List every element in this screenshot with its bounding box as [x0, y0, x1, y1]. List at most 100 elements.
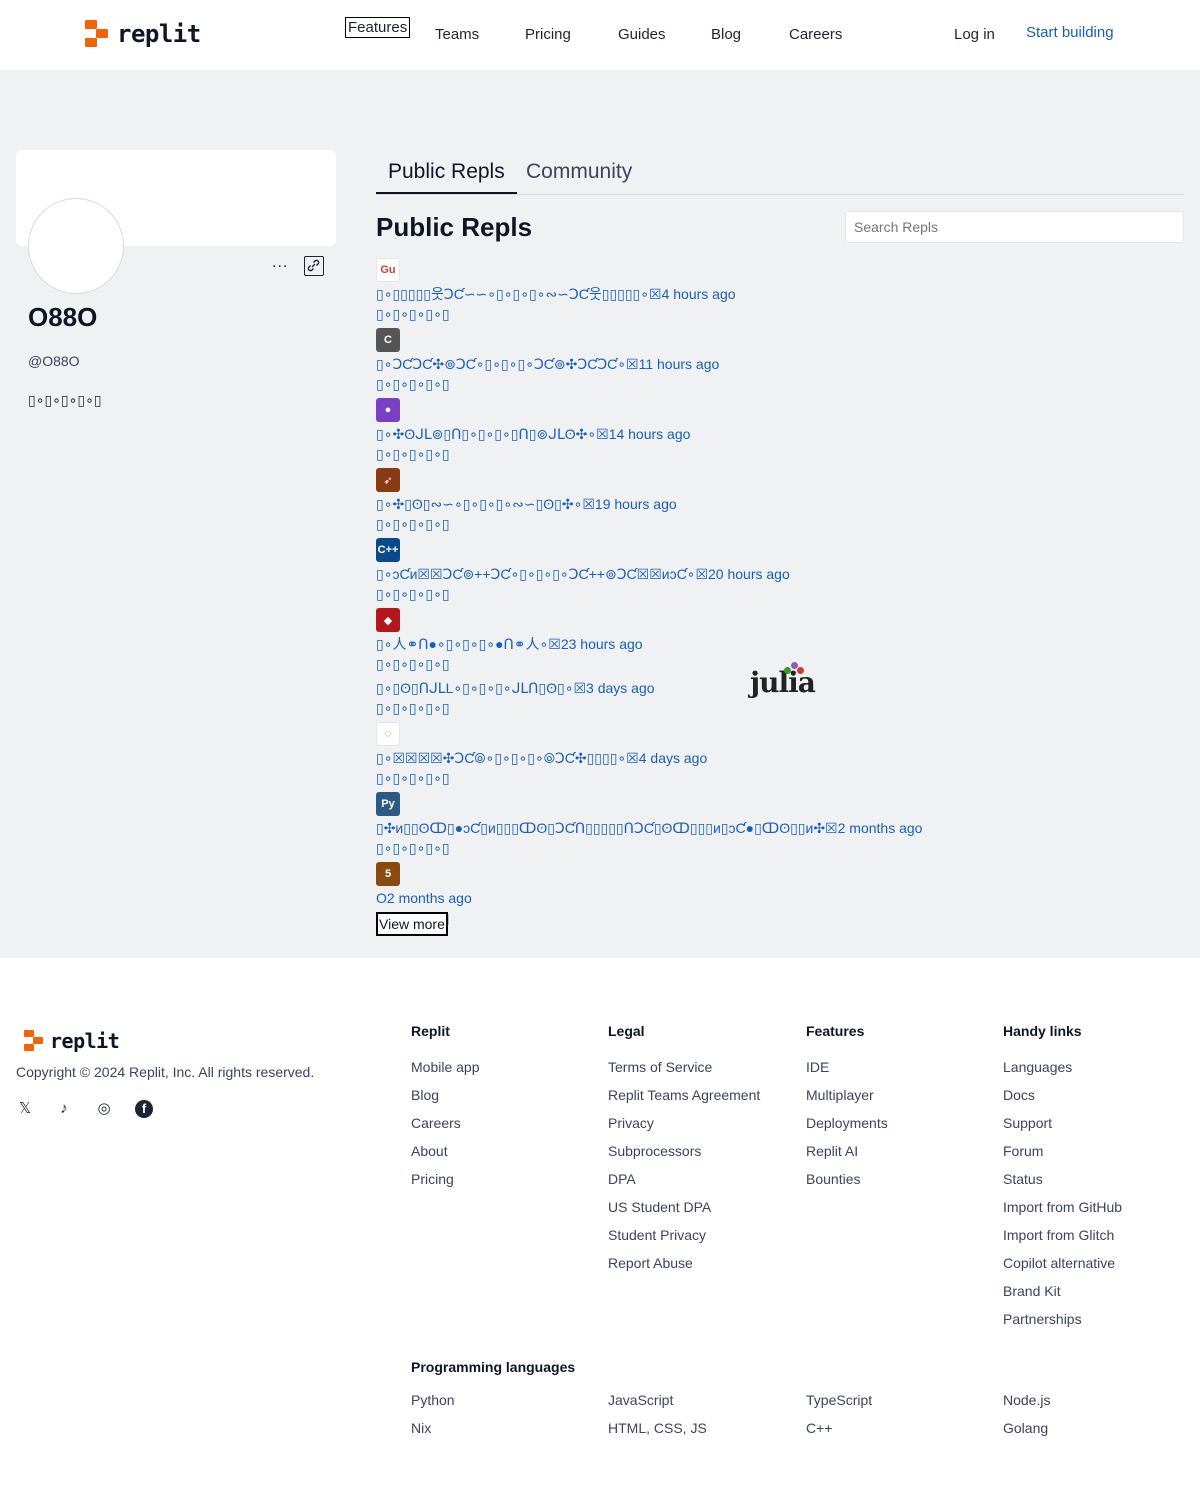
repl-description: ▯∘▯∘▯∘▯∘▯: [376, 770, 450, 786]
footer-link[interactable]: Import from Glitch: [1003, 1221, 1122, 1249]
repl-title-link[interactable]: ▯∘▯▯▯▯▯웃ↃƇ∽∽∘▯∘▯∘▯∘∾∽ↃƇ웃▯▯▯▯▯∘☒4 hours a…: [376, 284, 1076, 304]
footer-link[interactable]: Subprocessors: [608, 1137, 760, 1165]
profile-page: ... O88O @O88O ▯∘▯∘▯∘▯∘▯ Public Repls Co…: [0, 70, 1200, 958]
footer-link[interactable]: Multiplayer: [806, 1081, 888, 1109]
footer-link[interactable]: Report Abuse: [608, 1249, 760, 1277]
footer-link[interactable]: Forum: [1003, 1137, 1122, 1165]
login-link[interactable]: Log in: [954, 26, 995, 43]
repl-title-link[interactable]: ▯∘ↃƇↃƇ✣⊚ↃƇ∘▯∘▯∘▯∘ↃƇ⊚✣ↃƇↃƇ∘☒11 hours ago: [376, 354, 1076, 374]
html5-icon: 5: [376, 862, 400, 886]
repl-title-link[interactable]: O2 months ago: [376, 888, 1076, 908]
footer-link[interactable]: Mobile app: [411, 1053, 480, 1081]
footer-link[interactable]: Replit Teams Agreement: [608, 1081, 760, 1109]
repl-item[interactable]: ◆ ▯∘人⚭Ո●∘▯∘▯∘▯∘●Ո⚭人∘☒23 hours ago ▯∘▯∘▯∘▯∘…: [376, 608, 1076, 674]
footer-link[interactable]: Deployments: [806, 1109, 888, 1137]
repl-title-link[interactable]: ▯∘✣▯ʘ▯∾∽∘▯∘▯∘▯∘∾∽▯ʘ▯✣∘☒19 hours ago: [376, 494, 1076, 514]
footer-link[interactable]: Partnerships: [1003, 1305, 1122, 1333]
repl-title-link[interactable]: ▯∘ↄƇᴎ☒☒ↃƇ⊚++ↃƇ∘▯∘▯∘▯∘ↃƇ++⊚ↃƇ☒☒ᴎↄƇ∘☒20 ho…: [376, 564, 1076, 584]
repl-title-link[interactable]: ▯∘人⚭Ո●∘▯∘▯∘▯∘●Ո⚭人∘☒23 hours ago: [376, 634, 1076, 654]
footer-link[interactable]: US Student DPA: [608, 1193, 760, 1221]
footer-language-link[interactable]: HTML, CSS, JS: [608, 1414, 707, 1442]
start-building-link[interactable]: Start building: [1026, 24, 1114, 41]
repl-description: ▯∘▯∘▯∘▯∘▯: [376, 700, 450, 716]
section-title: Public Repls: [376, 212, 533, 242]
nav-guides[interactable]: Guides: [618, 26, 666, 43]
nav-teams[interactable]: Teams: [435, 26, 479, 43]
footer-languages-heading: Programming languages: [411, 1359, 576, 1375]
footer-link[interactable]: Copilot alternative: [1003, 1249, 1122, 1277]
google-icon: Gu: [376, 258, 400, 282]
footer-link[interactable]: Docs: [1003, 1081, 1122, 1109]
lang-icon-glyph: Py: [381, 798, 395, 810]
repl-title-link[interactable]: ▯∘▯ʘ▯ՈᒍᒪL∘▯∘▯∘▯∘ᒍᒪՈ▯ʘ▯∘☒3 days ago: [376, 678, 1076, 698]
search-repls-input[interactable]: [845, 211, 1184, 243]
repl-item[interactable]: Py ▯✣ᴎ▯▯ʘↀ▯●ↄƇ▯ᴎ▯▯▯ↀʘ▯ↃƇՈ▯▯▯▯▯ՈↃƇ▯ʘↀ▯▯▯ᴎ▯…: [376, 792, 1076, 858]
tiktok-icon[interactable]: ♪: [55, 1100, 73, 1118]
tab-public-repls[interactable]: Public Repls: [376, 160, 517, 194]
facebook-icon[interactable]: f: [135, 1100, 153, 1118]
footer-language-link[interactable]: TypeScript: [806, 1386, 872, 1414]
python-icon: Py: [376, 792, 400, 816]
instagram-icon[interactable]: ◎: [95, 1100, 113, 1118]
footer-language-link[interactable]: Python: [411, 1386, 455, 1414]
footer-link[interactable]: Bounties: [806, 1165, 888, 1193]
repl-title-link[interactable]: ▯✣ᴎ▯▯ʘↀ▯●ↄƇ▯ᴎ▯▯▯ↀʘ▯ↃƇՈ▯▯▯▯▯ՈↃƇ▯ʘↀ▯▯▯ᴎ▯ↄƇ…: [376, 818, 1076, 838]
ruby-icon: ◆: [376, 608, 400, 632]
footer-link[interactable]: Support: [1003, 1109, 1122, 1137]
julia-dots-icon: [784, 662, 804, 674]
more-options-button[interactable]: ...: [272, 254, 288, 272]
repl-item[interactable]: C++ ▯∘ↄƇᴎ☒☒ↃƇ⊚++ↃƇ∘▯∘▯∘▯∘ↃƇ++⊚ↃƇ☒☒ᴎↄƇ∘☒20…: [376, 538, 1076, 604]
cpp-icon: C++: [376, 538, 400, 562]
footer-language-link[interactable]: Node.js: [1003, 1386, 1050, 1414]
replit-logo-link[interactable]: replit: [85, 20, 201, 48]
repl-title-link[interactable]: ▯∘☒☒☒☒✣ↃƇ⦾∘▯∘▯∘▯∘⦾ↃƇ✣▯▯▯▯∘☒4 days ago: [376, 748, 1076, 768]
footer-link[interactable]: Careers: [411, 1109, 480, 1137]
repl-description: ▯∘▯∘▯∘▯∘▯: [376, 840, 450, 856]
footer-link[interactable]: Student Privacy: [608, 1221, 760, 1249]
lang-icon-glyph: Gu: [380, 264, 396, 276]
footer-logo-link[interactable]: replit: [24, 1029, 120, 1053]
footer-link[interactable]: DPA: [608, 1165, 760, 1193]
nav-careers[interactable]: Careers: [789, 26, 842, 43]
repl-item[interactable]: C ▯∘ↃƇↃƇ✣⊚ↃƇ∘▯∘▯∘▯∘ↃƇ⊚✣ↃƇↃƇ∘☒11 hours ago…: [376, 328, 1076, 394]
footer-column-heading: Replit: [411, 1023, 450, 1039]
lang-icon-glyph: ➶: [383, 474, 393, 487]
link-icon[interactable]: [304, 256, 324, 276]
footer-link[interactable]: Blog: [411, 1081, 480, 1109]
footer-column-heading: Features: [806, 1023, 865, 1039]
nav-pricing[interactable]: Pricing: [525, 26, 571, 43]
footer-language-link[interactable]: JavaScript: [608, 1386, 707, 1414]
tab-community[interactable]: Community: [526, 160, 632, 192]
view-more-button[interactable]: View more: [376, 912, 448, 936]
footer-link[interactable]: Languages: [1003, 1053, 1122, 1081]
repl-item[interactable]: 5 O2 months ago▯∘▯∘▯∘▯∘▯: [376, 862, 1076, 928]
footer-link[interactable]: IDE: [806, 1053, 888, 1081]
footer-language-link[interactable]: C++: [806, 1414, 872, 1442]
footer-link[interactable]: Status: [1003, 1165, 1122, 1193]
footer-link[interactable]: About: [411, 1137, 480, 1165]
footer-link[interactable]: Brand Kit: [1003, 1277, 1122, 1305]
footer-link[interactable]: Import from GitHub: [1003, 1193, 1122, 1221]
repl-title-link[interactable]: ▯∘✣ʘᒍᒪ⊚▯Ո▯∘▯∘▯∘▯Ո▯⊚ᒍᒪʘ✣∘☒14 hours ago: [376, 424, 1076, 444]
footer-language-link[interactable]: Nix: [411, 1414, 455, 1442]
repl-item[interactable]: ◌ ▯∘☒☒☒☒✣ↃƇ⦾∘▯∘▯∘▯∘⦾ↃƇ✣▯▯▯▯∘☒4 days ago ▯∘…: [376, 722, 1076, 788]
repl-description: ▯∘▯∘▯∘▯∘▯: [376, 586, 450, 602]
brand-wordmark: replit: [117, 20, 201, 48]
repl-item[interactable]: ● ▯∘✣ʘᒍᒪ⊚▯Ո▯∘▯∘▯∘▯Ո▯⊚ᒍᒪʘ✣∘☒14 hours ago ▯∘…: [376, 398, 1076, 464]
footer-link[interactable]: Terms of Service: [608, 1053, 760, 1081]
footer-brand-wordmark: replit: [50, 1029, 120, 1053]
lang-icon-glyph: ◌: [384, 728, 392, 740]
repl-item[interactable]: Gu ▯∘▯▯▯▯▯웃ↃƇ∽∽∘▯∘▯∘▯∘∾∽ↃƇ웃▯▯▯▯▯∘☒4 hours…: [376, 258, 1076, 324]
nav-features[interactable]: Features: [345, 17, 411, 38]
x-twitter-icon[interactable]: 𝕏: [16, 1100, 34, 1118]
repl-item[interactable]: ▯∘▯ʘ▯ՈᒍᒪL∘▯∘▯∘▯∘ᒍᒪՈ▯ʘ▯∘☒3 days ago ▯∘▯∘▯∘…: [376, 678, 1076, 718]
nav-blog[interactable]: Blog: [711, 26, 741, 43]
footer-link[interactable]: Pricing: [411, 1165, 480, 1193]
footer-link[interactable]: Replit AI: [806, 1137, 888, 1165]
footer-column: Legal Terms of Service Replit Teams Agreem…: [608, 1023, 760, 1277]
footer-column: Handy links Languages Docs Support Forum Stat…: [1003, 1023, 1122, 1333]
footer-link[interactable]: Privacy: [608, 1109, 760, 1137]
lang-icon-glyph: ●: [384, 404, 392, 416]
footer-language-link[interactable]: Golang: [1003, 1414, 1050, 1442]
repl-item[interactable]: ➶ ▯∘✣▯ʘ▯∾∽∘▯∘▯∘▯∘∾∽▯ʘ▯✣∘☒19 hours ago ▯∘▯∘…: [376, 468, 1076, 534]
